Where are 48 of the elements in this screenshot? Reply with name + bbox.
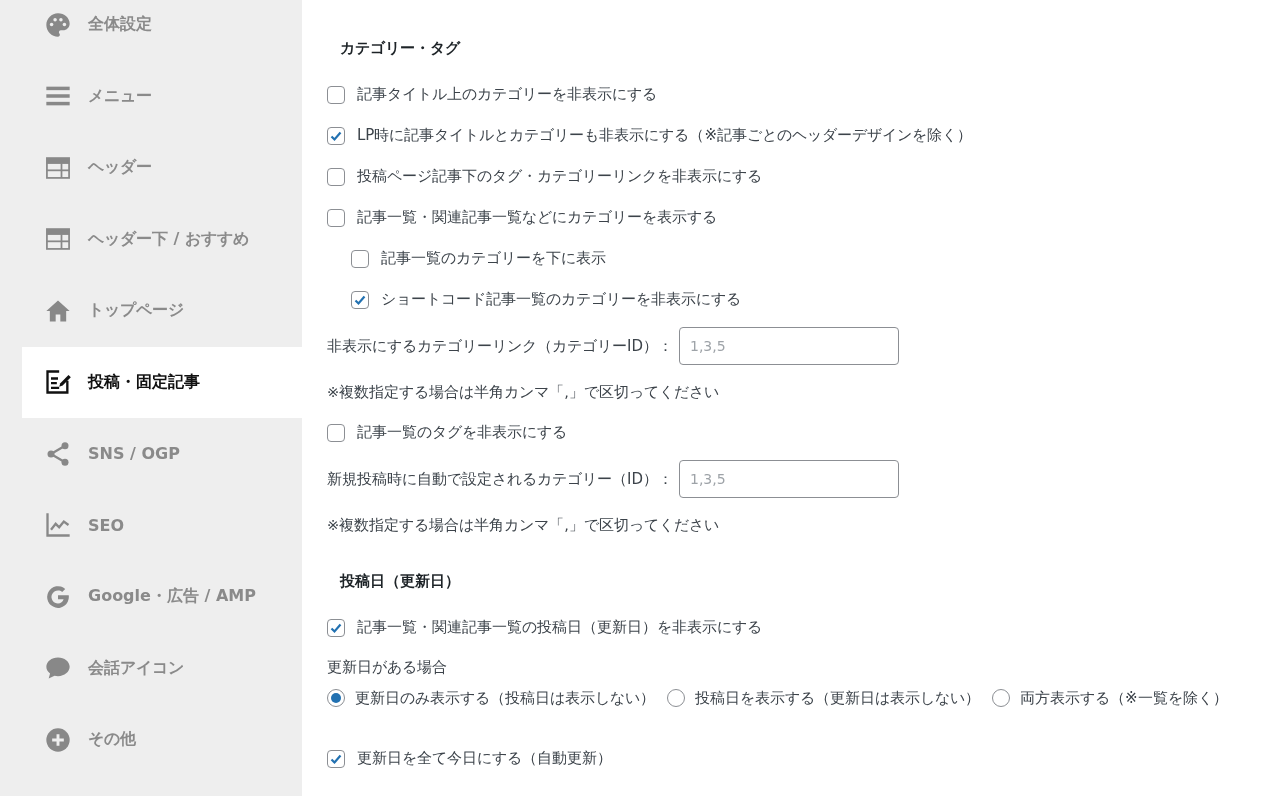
checkbox[interactable] [351, 249, 369, 268]
sidebar-item[interactable]: 会話アイコン [22, 632, 302, 704]
radio-label: 両方表示する（※一覧を除く） [1020, 688, 1228, 709]
radio-label: 更新日のみ表示する（投稿日は表示しない） [355, 688, 655, 709]
sidebar-item[interactable]: トップページ [22, 275, 302, 347]
palette-icon [44, 10, 72, 39]
sidebar-item[interactable]: ヘッダー下 / おすすめ [22, 203, 302, 275]
checkbox-label: 記事タイトル上のカテゴリーを非表示にする [357, 85, 657, 104]
checkbox-label: 投稿ページ記事下のタグ・カテゴリーリンクを非表示にする [357, 167, 762, 186]
checkbox[interactable] [327, 618, 345, 637]
sidebar-item[interactable]: ヘッダー [22, 132, 302, 204]
checkbox[interactable] [327, 85, 345, 104]
checkbox[interactable] [351, 290, 369, 309]
input-field[interactable]: 1,3,5 [679, 327, 899, 365]
sidebar-item[interactable]: Google・広告 / AMP [22, 561, 302, 633]
edit-note-icon [44, 368, 72, 397]
checkbox[interactable] [327, 208, 345, 227]
group-label: 更新日がある場合 [327, 657, 447, 677]
hint-text: ※複数指定する場合は半角カンマ「,」で区切ってください [327, 515, 719, 535]
checkbox-label: 記事一覧・関連記事一覧の投稿日（更新日）を非表示にする [357, 618, 762, 637]
checkbox-label: ショートコード記事一覧のカテゴリーを非表示にする [381, 290, 741, 309]
radio-button[interactable] [327, 689, 345, 707]
checkbox[interactable] [327, 167, 345, 186]
plus-circle-icon [44, 725, 72, 754]
field-label: 新規投稿時に自動で設定されるカテゴリー（ID）： [327, 469, 673, 489]
radio-label: 投稿日を表示する（更新日は表示しない） [695, 688, 980, 709]
sidebar-item[interactable]: 全体設定 [22, 0, 302, 61]
input-field[interactable]: 1,3,5 [679, 460, 899, 498]
sidebar-item[interactable]: メニュー [22, 60, 302, 132]
checkbox-label: 記事一覧・関連記事一覧などにカテゴリーを表示する [357, 208, 717, 227]
sidebar-item[interactable]: SEO [22, 489, 302, 561]
radio-button[interactable] [667, 689, 685, 707]
section-heading: 投稿日（更新日） [340, 572, 461, 591]
checkbox-label: 記事一覧のタグを非表示にする [357, 423, 567, 442]
line-chart-icon [44, 511, 72, 540]
sidebar-item[interactable]: その他 [22, 704, 302, 776]
checkbox[interactable] [327, 749, 345, 768]
radio-button[interactable] [992, 689, 1010, 707]
checkbox-label: 更新日を全て今日にする（自動更新） [357, 749, 612, 768]
checkbox-label: LP時に記事タイトルとカテゴリーも非表示にする（※記事ごとのヘッダーデザインを除く） [357, 126, 972, 145]
sidebar-item[interactable]: SNS / OGP [22, 418, 302, 490]
field-label: 非表示にするカテゴリーリンク（カテゴリーID）： [327, 336, 673, 356]
checkbox[interactable] [327, 423, 345, 442]
sidebar-item[interactable]: 投稿・固定記事 [22, 346, 302, 418]
section-heading: カテゴリー・タグ [340, 39, 462, 58]
checkbox-label: 記事一覧のカテゴリーを下に表示 [381, 249, 606, 268]
checkbox[interactable] [327, 126, 345, 145]
hint-text: ※複数指定する場合は半角カンマ「,」で区切ってください [327, 382, 719, 402]
